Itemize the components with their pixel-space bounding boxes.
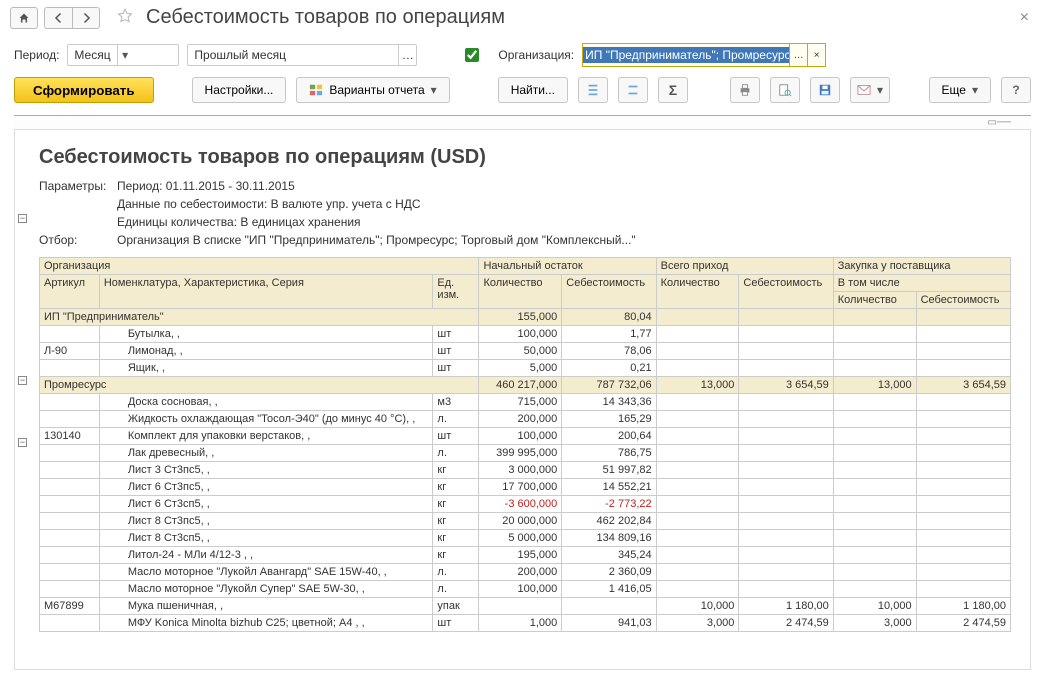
table-row[interactable]: Лист 3 Ст3пс5, ,кг3 000,00051 997,82 (40, 462, 1011, 479)
org-field[interactable]: ИП "Предприниматель"; Промресурс; То … × (582, 43, 826, 67)
period-picker-button[interactable]: … (398, 45, 416, 65)
ruler: ▭── (14, 116, 1031, 130)
arrow-right-icon (80, 12, 92, 24)
col-org: Организация (40, 258, 479, 275)
report-grid: Организация Начальный остаток Всего прих… (39, 257, 1011, 632)
org-label: Организация: (498, 48, 574, 62)
col-zakup: Закупка у поставщика (833, 258, 1010, 275)
table-row[interactable]: Промресурс460 217,000787 732,0613,0003 6… (40, 377, 1011, 394)
close-button[interactable]: × (1014, 9, 1035, 27)
table-row[interactable]: Доска сосновая, ,м3715,00014 343,36 (40, 394, 1011, 411)
report-variants-label: Варианты отчета (329, 83, 424, 97)
settings-button[interactable]: Настройки... (192, 77, 287, 103)
table-row[interactable]: Лак древесный, ,л.399 995,000786,75 (40, 445, 1011, 462)
col-qty3: Количество (833, 292, 916, 309)
table-row[interactable]: Лист 6 Ст3сп5, ,кг-3 600,000-2 773,22 (40, 496, 1011, 513)
chevron-down-icon: ▾ (431, 83, 437, 97)
table-row[interactable]: Ящик, ,шт5,0000,21 (40, 360, 1011, 377)
org-clear-button[interactable]: × (807, 44, 825, 66)
param-line-0: Период: 01.11.2015 - 30.11.2015 (117, 179, 295, 193)
page-title: Себестоимость товаров по операциям (146, 6, 1008, 29)
preview-button[interactable] (770, 77, 800, 103)
period-value-combo[interactable]: Прошлый месяц … (187, 44, 417, 66)
col-nach: Начальный остаток (479, 258, 656, 275)
col-vsego: Всего приход (656, 258, 833, 275)
collapse-tree-icon (626, 83, 640, 97)
table-row[interactable]: Масло моторное "Лукойл Супер" SAE 5W-30,… (40, 581, 1011, 598)
table-row[interactable]: МФУ Konica Minolta bizhub C25; цветной; … (40, 615, 1011, 632)
report-title: Себестоимость товаров по операциям (USD) (39, 146, 1030, 169)
col-cost3: Себестоимость (916, 292, 1010, 309)
print-button[interactable] (730, 77, 760, 103)
period-value-text: Прошлый месяц (188, 48, 398, 62)
table-row[interactable]: М67899Мука пшеничная, ,упак10,0001 180,0… (40, 598, 1011, 615)
help-button[interactable]: ? (1001, 77, 1031, 103)
col-art: Артикул (40, 275, 100, 309)
tree-collapse-grp2[interactable]: − (18, 438, 27, 447)
tree-collapse-outer[interactable]: − (18, 214, 27, 223)
send-button[interactable]: ▾ (850, 77, 890, 103)
expand-all-button[interactable] (578, 77, 608, 103)
sum-button[interactable]: Σ (658, 77, 688, 103)
col-nom: Номенклатура, Характеристика, Серия (99, 275, 433, 309)
filter-text: Организация В списке "ИП "Предпринимател… (117, 233, 636, 247)
tree-collapse-grp1[interactable]: − (18, 376, 27, 385)
col-ed: Ед. изм. (433, 275, 479, 309)
home-icon (18, 12, 30, 24)
envelope-icon (857, 83, 871, 97)
more-button[interactable]: Еще ▾ (929, 77, 991, 103)
grid-header: Организация Начальный остаток Всего прих… (40, 258, 1011, 309)
org-checkbox[interactable] (465, 48, 479, 62)
table-row[interactable]: 130140Комплект для упаковки верстаков, ,… (40, 428, 1011, 445)
table-row[interactable]: Лист 6 Ст3пс5, ,кг17 700,00014 552,21 (40, 479, 1011, 496)
params-label: Параметры: (39, 179, 117, 193)
period-mode-combo[interactable]: Месяц ▾ (67, 44, 179, 66)
col-qty2: Количество (656, 275, 739, 309)
printer-icon (738, 83, 752, 97)
table-row[interactable]: Бутылка, ,шт100,0001,77 (40, 326, 1011, 343)
col-qty1: Количество (479, 275, 562, 309)
table-row[interactable]: Лист 8 Ст3сп5, ,кг5 000,000134 809,16 (40, 530, 1011, 547)
collapse-all-button[interactable] (618, 77, 648, 103)
col-vtom: В том числе (833, 275, 1010, 292)
forward-button[interactable] (72, 7, 100, 29)
more-label: Еще (942, 83, 966, 97)
variants-icon (309, 83, 323, 97)
table-row[interactable]: Литол-24 - МЛи 4/12-3 , ,кг195,000345,24 (40, 547, 1011, 564)
filter-label: Отбор: (39, 233, 117, 247)
sigma-icon: Σ (669, 82, 677, 98)
table-row[interactable]: ИП "Предприниматель"155,00080,04 (40, 309, 1011, 326)
table-row[interactable]: Лист 8 Ст3пс5, ,кг20 000,000462 202,84 (40, 513, 1011, 530)
chevron-down-icon: ▾ (972, 83, 978, 97)
table-row[interactable]: Масло моторное "Лукойл Авангард" SAE 15W… (40, 564, 1011, 581)
param-line-1: Данные по себестоимости: В валюте упр. у… (117, 197, 421, 211)
arrow-left-icon (53, 12, 65, 24)
form-button[interactable]: Сформировать (14, 77, 154, 103)
period-mode-value: Месяц (68, 48, 116, 62)
save-button[interactable] (810, 77, 840, 103)
diskette-icon (818, 83, 832, 97)
report-variants-button[interactable]: Варианты отчета ▾ (296, 77, 449, 103)
table-row[interactable]: Л-90Лимонад, ,шт50,00078,06 (40, 343, 1011, 360)
expand-tree-icon (586, 83, 600, 97)
question-icon: ? (1012, 83, 1019, 97)
param-line-2: Единицы количества: В единицах хранения (117, 215, 361, 229)
chevron-down-icon: ▾ (877, 83, 883, 97)
org-picker-button[interactable]: … (789, 44, 807, 66)
minimap-handle[interactable]: ▭── (987, 117, 1011, 128)
col-cost2: Себестоимость (739, 275, 833, 309)
period-label: Период: (14, 48, 59, 62)
chevron-down-icon[interactable]: ▾ (117, 45, 133, 65)
table-row[interactable]: Жидкость охлаждающая "Тосол-Э40" (до мин… (40, 411, 1011, 428)
back-button[interactable] (44, 7, 72, 29)
home-button[interactable] (10, 7, 38, 29)
find-button[interactable]: Найти... (498, 77, 568, 103)
preview-icon (778, 83, 792, 97)
org-value: ИП "Предприниматель"; Промресурс; То (583, 47, 789, 63)
favorite-icon[interactable] (116, 7, 134, 28)
col-cost1: Себестоимость (562, 275, 656, 309)
